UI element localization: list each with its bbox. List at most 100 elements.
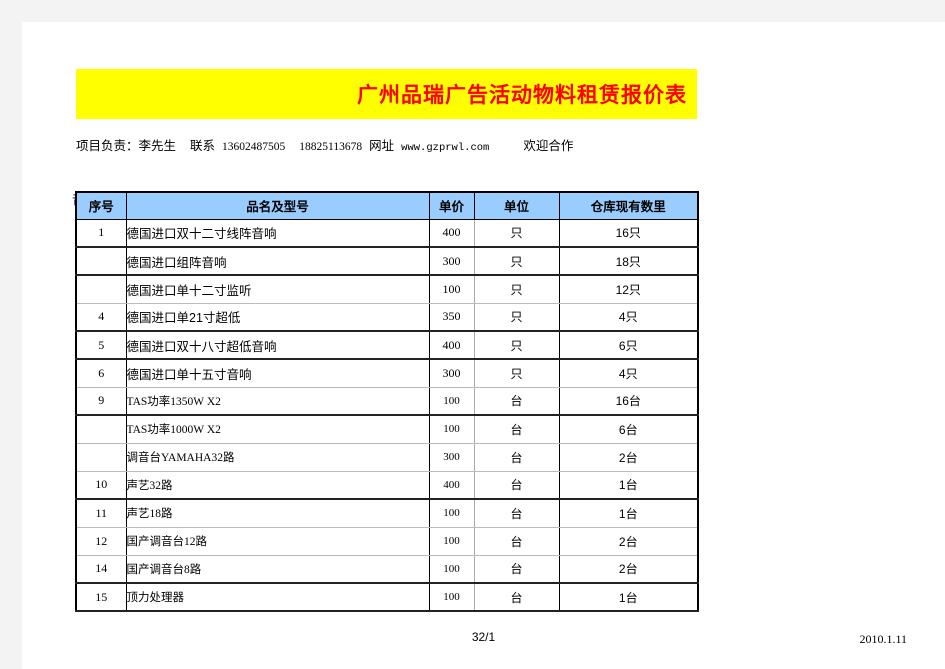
cell-price: 400 — [428, 330, 475, 360]
footer-date: 2010.1.11 — [859, 632, 907, 646]
cell-unit: 台 — [473, 526, 560, 556]
cell-name: TAS功率1000W X2 — [125, 414, 430, 444]
cell-stock: 4只 — [558, 302, 698, 332]
quote-table-body: 1 德国进口双十二寸线阵音响 400 只 16只 德国进口组阵音响 300 只 18只 德国进口单… — [76, 218, 698, 612]
cell-unit: 台 — [473, 582, 560, 612]
cell-price: 100 — [428, 582, 475, 612]
cell-unit: 台 — [473, 470, 560, 500]
cell-unit: 只 — [473, 358, 560, 388]
cell-price: 400 — [428, 218, 475, 248]
quote-table: 序号 品名及型号 单价 单位 仓库现有数里 1 德国进口双十二寸线阵音响 400 只 1… — [75, 191, 699, 612]
cell-unit: 只 — [473, 330, 560, 360]
cell-unit: 台 — [473, 498, 560, 528]
table-row: 1 德国进口双十二寸线阵音响 400 只 16只 — [76, 218, 698, 248]
cell-no — [76, 414, 127, 444]
title-banner: 广州品瑞广告活动物料租赁报价表 — [76, 69, 697, 119]
cell-name: 德国进口双十二寸线阵音响 — [125, 218, 430, 248]
cell-price: 300 — [428, 442, 475, 472]
cell-stock: 16台 — [558, 386, 698, 416]
cell-stock: 1台 — [558, 470, 698, 500]
cell-name: 声艺18路 — [125, 498, 430, 528]
website-url: www.gzprwl.com — [401, 142, 490, 154]
cell-stock: 16只 — [558, 218, 698, 248]
cell-price: 100 — [428, 414, 475, 444]
cell-stock: 18只 — [558, 246, 698, 276]
column-header-stock: 仓库现有数里 — [558, 191, 699, 220]
document-page: 广州品瑞广告活动物料租赁报价表 项目负责：李先生 联系 13602487505 188… — [22, 22, 945, 669]
cell-name: TAS功率1350W X2 — [125, 386, 430, 416]
cell-price: 100 — [428, 526, 475, 556]
cell-price: 300 — [428, 246, 475, 276]
cell-stock: 6台 — [558, 414, 698, 444]
phone-number-secondary: 18825113678 — [299, 141, 363, 153]
table-header-row: 序号 品名及型号 单价 单位 仓库现有数里 — [75, 191, 699, 220]
column-header-no: 序号 — [75, 191, 127, 220]
phone-number-primary: 13602487505 — [222, 141, 286, 153]
cell-no: 6 — [76, 358, 127, 388]
column-header-unit: 单位 — [473, 191, 560, 220]
table-row: 15 顶力处理器 100 台 1台 — [76, 582, 698, 612]
cell-name: 顶力处理器 — [125, 582, 430, 612]
table-row: 10 声艺32路 400 台 1台 — [76, 470, 698, 500]
cell-name: 国产调音台12路 — [125, 526, 430, 556]
cell-unit: 只 — [473, 302, 560, 332]
cell-price: 100 — [428, 274, 475, 304]
cell-no — [76, 274, 127, 304]
cell-price: 100 — [428, 386, 475, 416]
cell-no: 4 — [76, 302, 127, 332]
cell-name: 德国进口单十二寸监听 — [125, 274, 430, 304]
welcome-message: 欢迎合作 — [523, 139, 574, 153]
cell-no: 5 — [76, 330, 127, 360]
window-chrome-top-strip — [0, 0, 945, 22]
cell-name: 德国进口单21寸超低 — [125, 302, 430, 332]
cell-unit: 只 — [473, 274, 560, 304]
cell-no: 10 — [76, 470, 127, 500]
cell-no: 11 — [76, 498, 127, 528]
cell-price: 350 — [428, 302, 475, 332]
table-row: 12 国产调音台12路 100 台 2台 — [76, 526, 698, 556]
table-row: TAS功率1000W X2 100 台 6台 — [76, 414, 698, 444]
cell-no: 1 — [76, 218, 127, 248]
cell-stock: 1台 — [558, 498, 698, 528]
cell-stock: 2台 — [558, 442, 698, 472]
table-row: 14 国产调音台8路 100 台 2台 — [76, 554, 698, 584]
cell-no: 12 — [76, 526, 127, 556]
website-label: 网址 — [369, 139, 395, 153]
cell-name: 德国进口双十八寸超低音响 — [125, 330, 430, 360]
cell-name: 德国进口组阵音响 — [125, 246, 430, 276]
quote-table-container: 序号 品名及型号 单价 单位 仓库现有数里 1 德国进口双十二寸线阵音响 400 只 1… — [75, 191, 699, 612]
cell-stock: 2台 — [558, 554, 698, 584]
table-row: 5 德国进口双十八寸超低音响 400 只 6只 — [76, 330, 698, 360]
cell-no — [76, 442, 127, 472]
table-row: 德国进口组阵音响 300 只 18只 — [76, 246, 698, 276]
cell-unit: 台 — [473, 386, 560, 416]
cell-name: 国产调音台8路 — [125, 554, 430, 584]
contact-label: 联系 — [190, 139, 216, 153]
cell-stock: 6只 — [558, 330, 698, 360]
cell-stock: 2台 — [558, 526, 698, 556]
cell-name: 调音台YAMAHA32路 — [125, 442, 430, 472]
column-header-name: 品名及型号 — [125, 191, 430, 220]
footer-page-indicator: 32/1 — [471, 630, 496, 644]
table-row: 9 TAS功率1350W X2 100 台 16台 — [76, 386, 698, 416]
table-row: 调音台YAMAHA32路 300 台 2台 — [76, 442, 698, 472]
project-owner-name: 李先生 — [138, 139, 177, 153]
page-title: 广州品瑞广告活动物料租赁报价表 — [357, 81, 687, 107]
table-row: 德国进口单十二寸监听 100 只 12只 — [76, 274, 698, 304]
project-owner-label: 项目负责： — [76, 139, 139, 153]
cell-price: 300 — [428, 358, 475, 388]
cell-price: 100 — [428, 554, 475, 584]
contact-info-line: 项目负责：李先生 联系 13602487505 18825113678 网址 www.gz… — [76, 140, 836, 154]
cell-name: 德国进口单十五寸音响 — [125, 358, 430, 388]
table-row: 4 德国进口单21寸超低 350 只 4只 — [76, 302, 698, 332]
cell-unit: 只 — [473, 246, 560, 276]
cell-name: 声艺32路 — [125, 470, 430, 500]
column-header-price: 单价 — [428, 191, 475, 220]
cell-no: 14 — [76, 554, 127, 584]
cell-no: 15 — [76, 582, 127, 612]
cell-no: 9 — [76, 386, 127, 416]
cell-stock: 4只 — [558, 358, 698, 388]
cell-stock: 1台 — [558, 582, 698, 612]
table-row: 11 声艺18路 100 台 1台 — [76, 498, 698, 528]
cell-no — [76, 246, 127, 276]
